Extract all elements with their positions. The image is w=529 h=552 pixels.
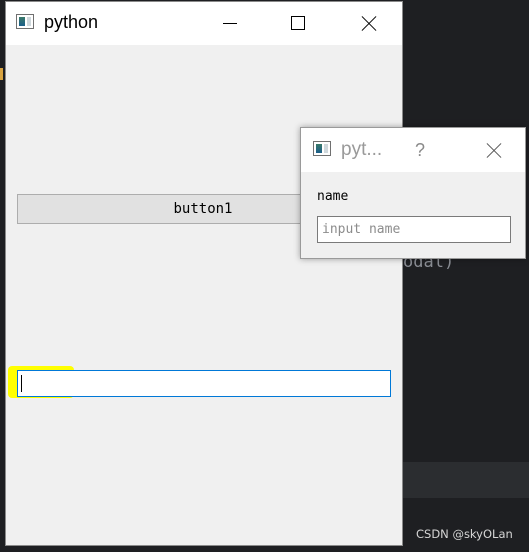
main-line-edit[interactable] [17,370,391,397]
minimize-icon [223,23,237,24]
main-titlebar[interactable]: python [6,2,402,45]
input-dialog: pyt... ? name [300,127,526,259]
dialog-close-button[interactable] [471,128,517,172]
window-title: python [44,12,99,32]
help-icon[interactable]: ? [415,140,425,161]
gutter-marker [0,68,3,80]
maximize-icon [291,16,305,30]
python-app-icon [16,14,34,29]
dialog-titlebar[interactable]: pyt... ? [301,128,525,172]
maximize-button[interactable] [275,2,321,45]
text-caret [21,375,22,392]
main-window: python button1 [5,1,403,546]
ide-status-area [403,498,529,552]
minimize-button[interactable] [206,2,252,45]
python-app-icon [313,141,331,156]
name-label: name [317,189,349,204]
dialog-title: pyt... [341,139,383,160]
watermark: CSDN @skyOLan [416,527,513,541]
name-input[interactable] [317,216,511,243]
ide-bottom-panel [403,462,529,498]
close-button[interactable] [344,2,390,45]
